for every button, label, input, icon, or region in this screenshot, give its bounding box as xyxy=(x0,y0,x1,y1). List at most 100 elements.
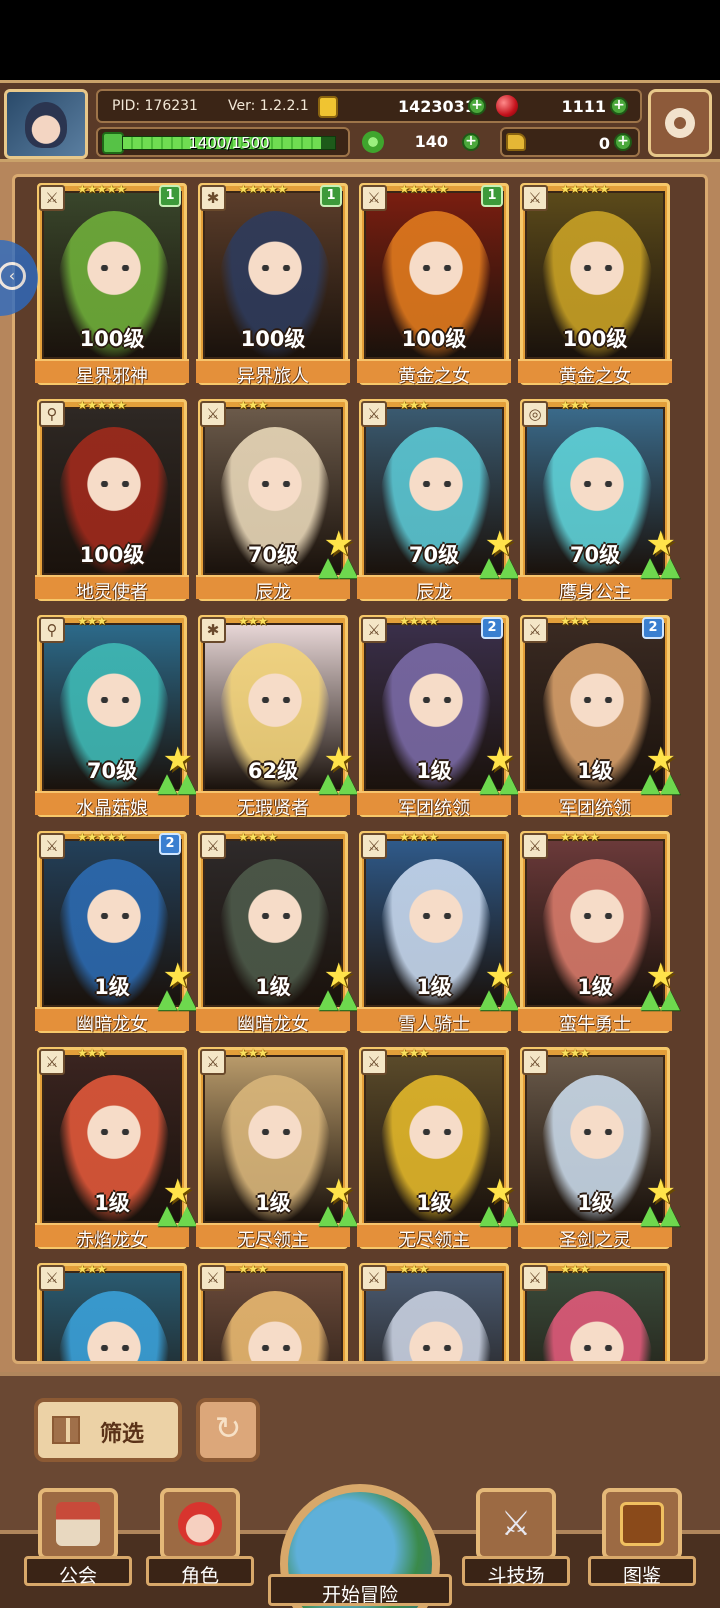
hero-stars: ★★★★★ xyxy=(77,830,127,844)
hero-class-sword-icon: ⚔ xyxy=(200,401,226,427)
adventure-label: 开始冒险 xyxy=(321,1584,398,1606)
upgrade-arrow-icon[interactable]: ▲▲ xyxy=(640,986,680,1025)
nav-character[interactable]: 角色 xyxy=(146,1482,254,1587)
hero-card[interactable]: ⚲ ★★★ 70级 水晶菇娘 ★ ▲▲ xyxy=(35,614,197,819)
hero-stars: ★★★ xyxy=(399,1046,429,1060)
hero-card[interactable]: ⚔ ★★★★★ 100级黄金之女 xyxy=(518,182,672,387)
add-gold-button[interactable]: + xyxy=(468,97,486,115)
hero-card[interactable]: ⚔ ★★★ 1级 圣剑之灵 ★ ▲▲ xyxy=(518,1046,680,1251)
upgrade-arrow-icon[interactable]: ▲▲ xyxy=(318,554,358,593)
upgrade-arrow-icon[interactable]: ▲▲ xyxy=(640,1202,680,1241)
refresh-button[interactable]: ↻ xyxy=(196,1398,260,1462)
hero-stars: ★★★ xyxy=(238,398,268,412)
hero-class-sword-icon: ⚔ xyxy=(39,185,65,211)
hero-card[interactable]: ⚔ ★★★★ 1级 蛮牛勇士 ★ ▲▲ xyxy=(518,830,680,1035)
nav-arena-label: 斗技场 xyxy=(487,1565,545,1587)
hero-stars: ★★★★★ xyxy=(77,398,127,412)
hero-card[interactable]: ⚔ ★★★★ 1级 雪人骑士 ★ ▲▲ xyxy=(357,830,519,1035)
player-avatar[interactable] xyxy=(4,89,88,159)
upgrade-arrow-icon[interactable]: ▲▲ xyxy=(157,986,197,1025)
hero-card[interactable]: ⚔ ★★★★ 1级 幽暗龙女 ★ ▲▲ xyxy=(196,830,358,1035)
upgrade-arrow-icon[interactable]: ▲▲ xyxy=(157,1202,197,1241)
hero-stars: ★★★ xyxy=(238,1046,268,1060)
hero-stars: ★★★★ xyxy=(399,614,439,628)
hero-card[interactable]: ⚔ ★★★ 1级 赤焰龙女 ★ ▲▲ xyxy=(35,1046,197,1251)
hero-class-sword-icon: ⚔ xyxy=(39,1265,65,1291)
hero-stars: ★★★★★ xyxy=(560,182,610,196)
filter-label: 筛选 xyxy=(100,1422,145,1447)
upgrade-arrow-icon[interactable]: ▲▲ xyxy=(157,770,197,809)
key-bar: 0 + xyxy=(500,127,640,157)
upgrade-arrow-icon[interactable]: ▲▲ xyxy=(318,986,358,1025)
hero-card[interactable]: ✱ ★★★ 62级 无瑕贤者 ★ ▲▲ xyxy=(196,614,358,819)
filter-button[interactable]: 筛选 xyxy=(34,1398,182,1462)
add-clover-button[interactable]: + xyxy=(462,133,480,151)
game-version: Ver: 1.2.2.1 xyxy=(228,98,309,114)
hero-name: 地灵使者 xyxy=(76,582,148,603)
hero-card[interactable]: ⚔ ★★★★★ 1 100级 黄金之女 xyxy=(357,182,511,387)
hero-stars: ★★★★ xyxy=(399,830,439,844)
upgrade-arrow-icon[interactable]: ▲▲ xyxy=(479,554,519,593)
nav-character-frame xyxy=(160,1488,240,1560)
gold-coin-icon xyxy=(318,96,338,118)
hero-class-sword-icon: ⚔ xyxy=(39,833,65,859)
hero-name-plate: 星界邪神 xyxy=(35,359,189,387)
upgrade-arrow-icon[interactable]: ▲▲ xyxy=(479,986,519,1025)
nav-codex-frame xyxy=(602,1488,682,1560)
hero-rank-badge: 2 xyxy=(642,617,664,639)
hero-card[interactable]: ⚲ ★★★★★ 100级 地灵使者 xyxy=(35,398,189,603)
hero-stars: ★★★★ xyxy=(238,830,278,844)
key-icon xyxy=(506,133,526,151)
hero-stars: ★★★ xyxy=(560,1262,590,1276)
hero-class-sword-icon: ⚔ xyxy=(200,1049,226,1075)
hero-card[interactable]: ⚔ ★★★ 1级 无尽领主 ★ ▲▲ xyxy=(357,1046,519,1251)
exp-bar: 1400/1500 xyxy=(96,127,350,157)
clover-amount: 140 xyxy=(414,132,448,151)
add-ruby-button[interactable]: + xyxy=(610,97,628,115)
clover-bar: 140 + xyxy=(356,127,488,157)
hero-card[interactable]: ⚔ ★★★ 70级 辰龙 ★ ▲▲ xyxy=(357,398,519,603)
hero-class-sword-icon: ⚔ xyxy=(522,617,548,643)
bottom-nav: 公会 角色 开始冒险 ⚔ 斗技场 图鉴 xyxy=(0,1480,720,1608)
hero-card[interactable]: ✱ ★★★★★ 1 100级 异界旅人 xyxy=(196,182,350,387)
hero-rank-badge: 1 xyxy=(159,185,181,207)
nav-start-adventure[interactable]: 开始冒险 xyxy=(268,1480,452,1608)
exp-icon xyxy=(102,132,124,154)
hero-name-plate: 黄金之女 xyxy=(518,359,672,387)
upgrade-arrow-icon[interactable]: ▲▲ xyxy=(640,770,680,809)
hero-card[interactable]: ⚔ ★★★ 2 1级 军团统领 ★ ▲▲ xyxy=(518,614,680,819)
character-icon xyxy=(178,1502,222,1546)
ruby-amount: 1111 xyxy=(561,97,606,116)
hero-card[interactable]: ⚔ ★★★ xyxy=(359,1262,509,1361)
nav-guild[interactable]: 公会 xyxy=(24,1482,132,1587)
hero-card[interactable]: ⚔ ★★★ xyxy=(520,1262,670,1361)
hero-card[interactable]: ⚔ ★★★ 70级 辰龙 ★ ▲▲ xyxy=(196,398,358,603)
hero-card[interactable]: ⚔ ★★★ 1级 无尽领主 ★ ▲▲ xyxy=(196,1046,358,1251)
hero-card[interactable]: ⚔ ★★★★★ 2 1级 幽暗龙女 ★ ▲▲ xyxy=(35,830,197,1035)
hero-grid: ⚔ ★★★★★ 1 100级 星界邪神 ✱ ★★★★★ 1 100级 异界旅人 ⚔ ★★★★★ 1 100… xyxy=(12,174,708,1364)
hero-stars: ★★★ xyxy=(77,1262,107,1276)
upgrade-arrow-icon[interactable]: ▲▲ xyxy=(479,770,519,809)
hero-level: 100级 xyxy=(562,327,628,351)
hero-card[interactable]: ◎ ★★★ 70级 鹰身公主 ★ ▲▲ xyxy=(518,398,680,603)
upgrade-arrow-icon[interactable]: ▲▲ xyxy=(318,1202,358,1241)
hero-card[interactable]: ⚔ ★★★ xyxy=(37,1262,187,1361)
hero-rank-badge: 2 xyxy=(159,833,181,855)
hero-stars: ★★★ xyxy=(399,1262,429,1276)
hero-class-wheel-icon: ✱ xyxy=(200,617,226,643)
nav-codex[interactable]: 图鉴 xyxy=(588,1482,696,1587)
key-amount: 0 xyxy=(598,134,610,153)
exp-text: 1400/1500 xyxy=(188,134,270,152)
upgrade-arrow-icon[interactable]: ▲▲ xyxy=(318,770,358,809)
upgrade-arrow-icon[interactable]: ▲▲ xyxy=(640,554,680,593)
settings-button[interactable] xyxy=(648,89,712,157)
hero-name: 黄金之女 xyxy=(398,366,470,387)
add-key-button[interactable]: + xyxy=(614,133,632,151)
hero-class-sword-icon: ⚔ xyxy=(522,185,548,211)
hero-card[interactable]: ⚔ ★★★★ 2 1级 军团统领 ★ ▲▲ xyxy=(357,614,519,819)
hero-card[interactable]: ⚔ ★★★ xyxy=(198,1262,348,1361)
hero-card[interactable]: ⚔ ★★★★★ 1 100级 星界邪神 xyxy=(35,182,189,387)
upgrade-arrow-icon[interactable]: ▲▲ xyxy=(479,1202,519,1241)
hero-class-sword-icon: ⚔ xyxy=(361,833,387,859)
nav-arena[interactable]: ⚔ 斗技场 xyxy=(462,1482,570,1587)
